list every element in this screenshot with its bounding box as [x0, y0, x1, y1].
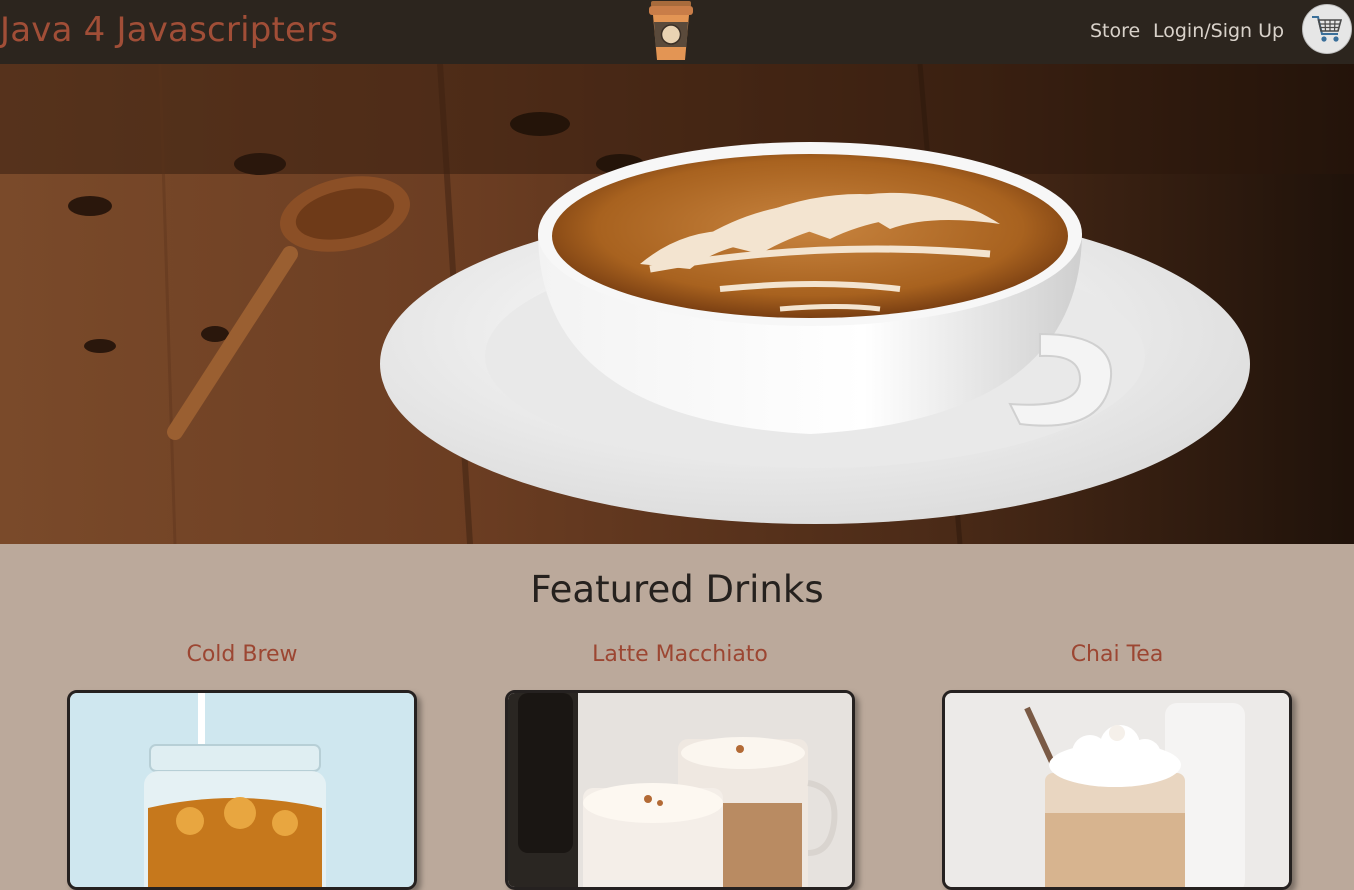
shopping-cart-icon	[1312, 16, 1343, 42]
drink-item: Chai Tea	[942, 640, 1292, 890]
drink-image-card[interactable]	[942, 690, 1292, 890]
featured-title: Featured Drinks	[530, 568, 824, 611]
drink-name-link[interactable]: Latte Macchiato	[505, 640, 855, 670]
drink-item: Cold Brew	[67, 640, 417, 890]
featured-drinks-section: Featured Drinks Cold Brew Latte Macchiat…	[0, 544, 1354, 890]
drink-name-link[interactable]: Cold Brew	[67, 640, 417, 670]
nav-login-link[interactable]: Login/Sign Up	[1153, 18, 1284, 44]
coffee-cup-icon[interactable]	[648, 0, 694, 62]
brand-link[interactable]: Java 4 Javascripters	[0, 8, 338, 52]
drink-name-link[interactable]: Chai Tea	[942, 640, 1292, 670]
navbar: Java 4 Javascripters Store Login/Sign Up	[0, 0, 1354, 64]
cart-button[interactable]	[1302, 4, 1352, 54]
drink-item: Latte Macchiato	[505, 640, 855, 890]
nav-store-link[interactable]: Store	[1090, 18, 1140, 44]
hero-image	[0, 64, 1354, 544]
drink-image-card[interactable]	[505, 690, 855, 890]
drink-image-card[interactable]	[67, 690, 417, 890]
